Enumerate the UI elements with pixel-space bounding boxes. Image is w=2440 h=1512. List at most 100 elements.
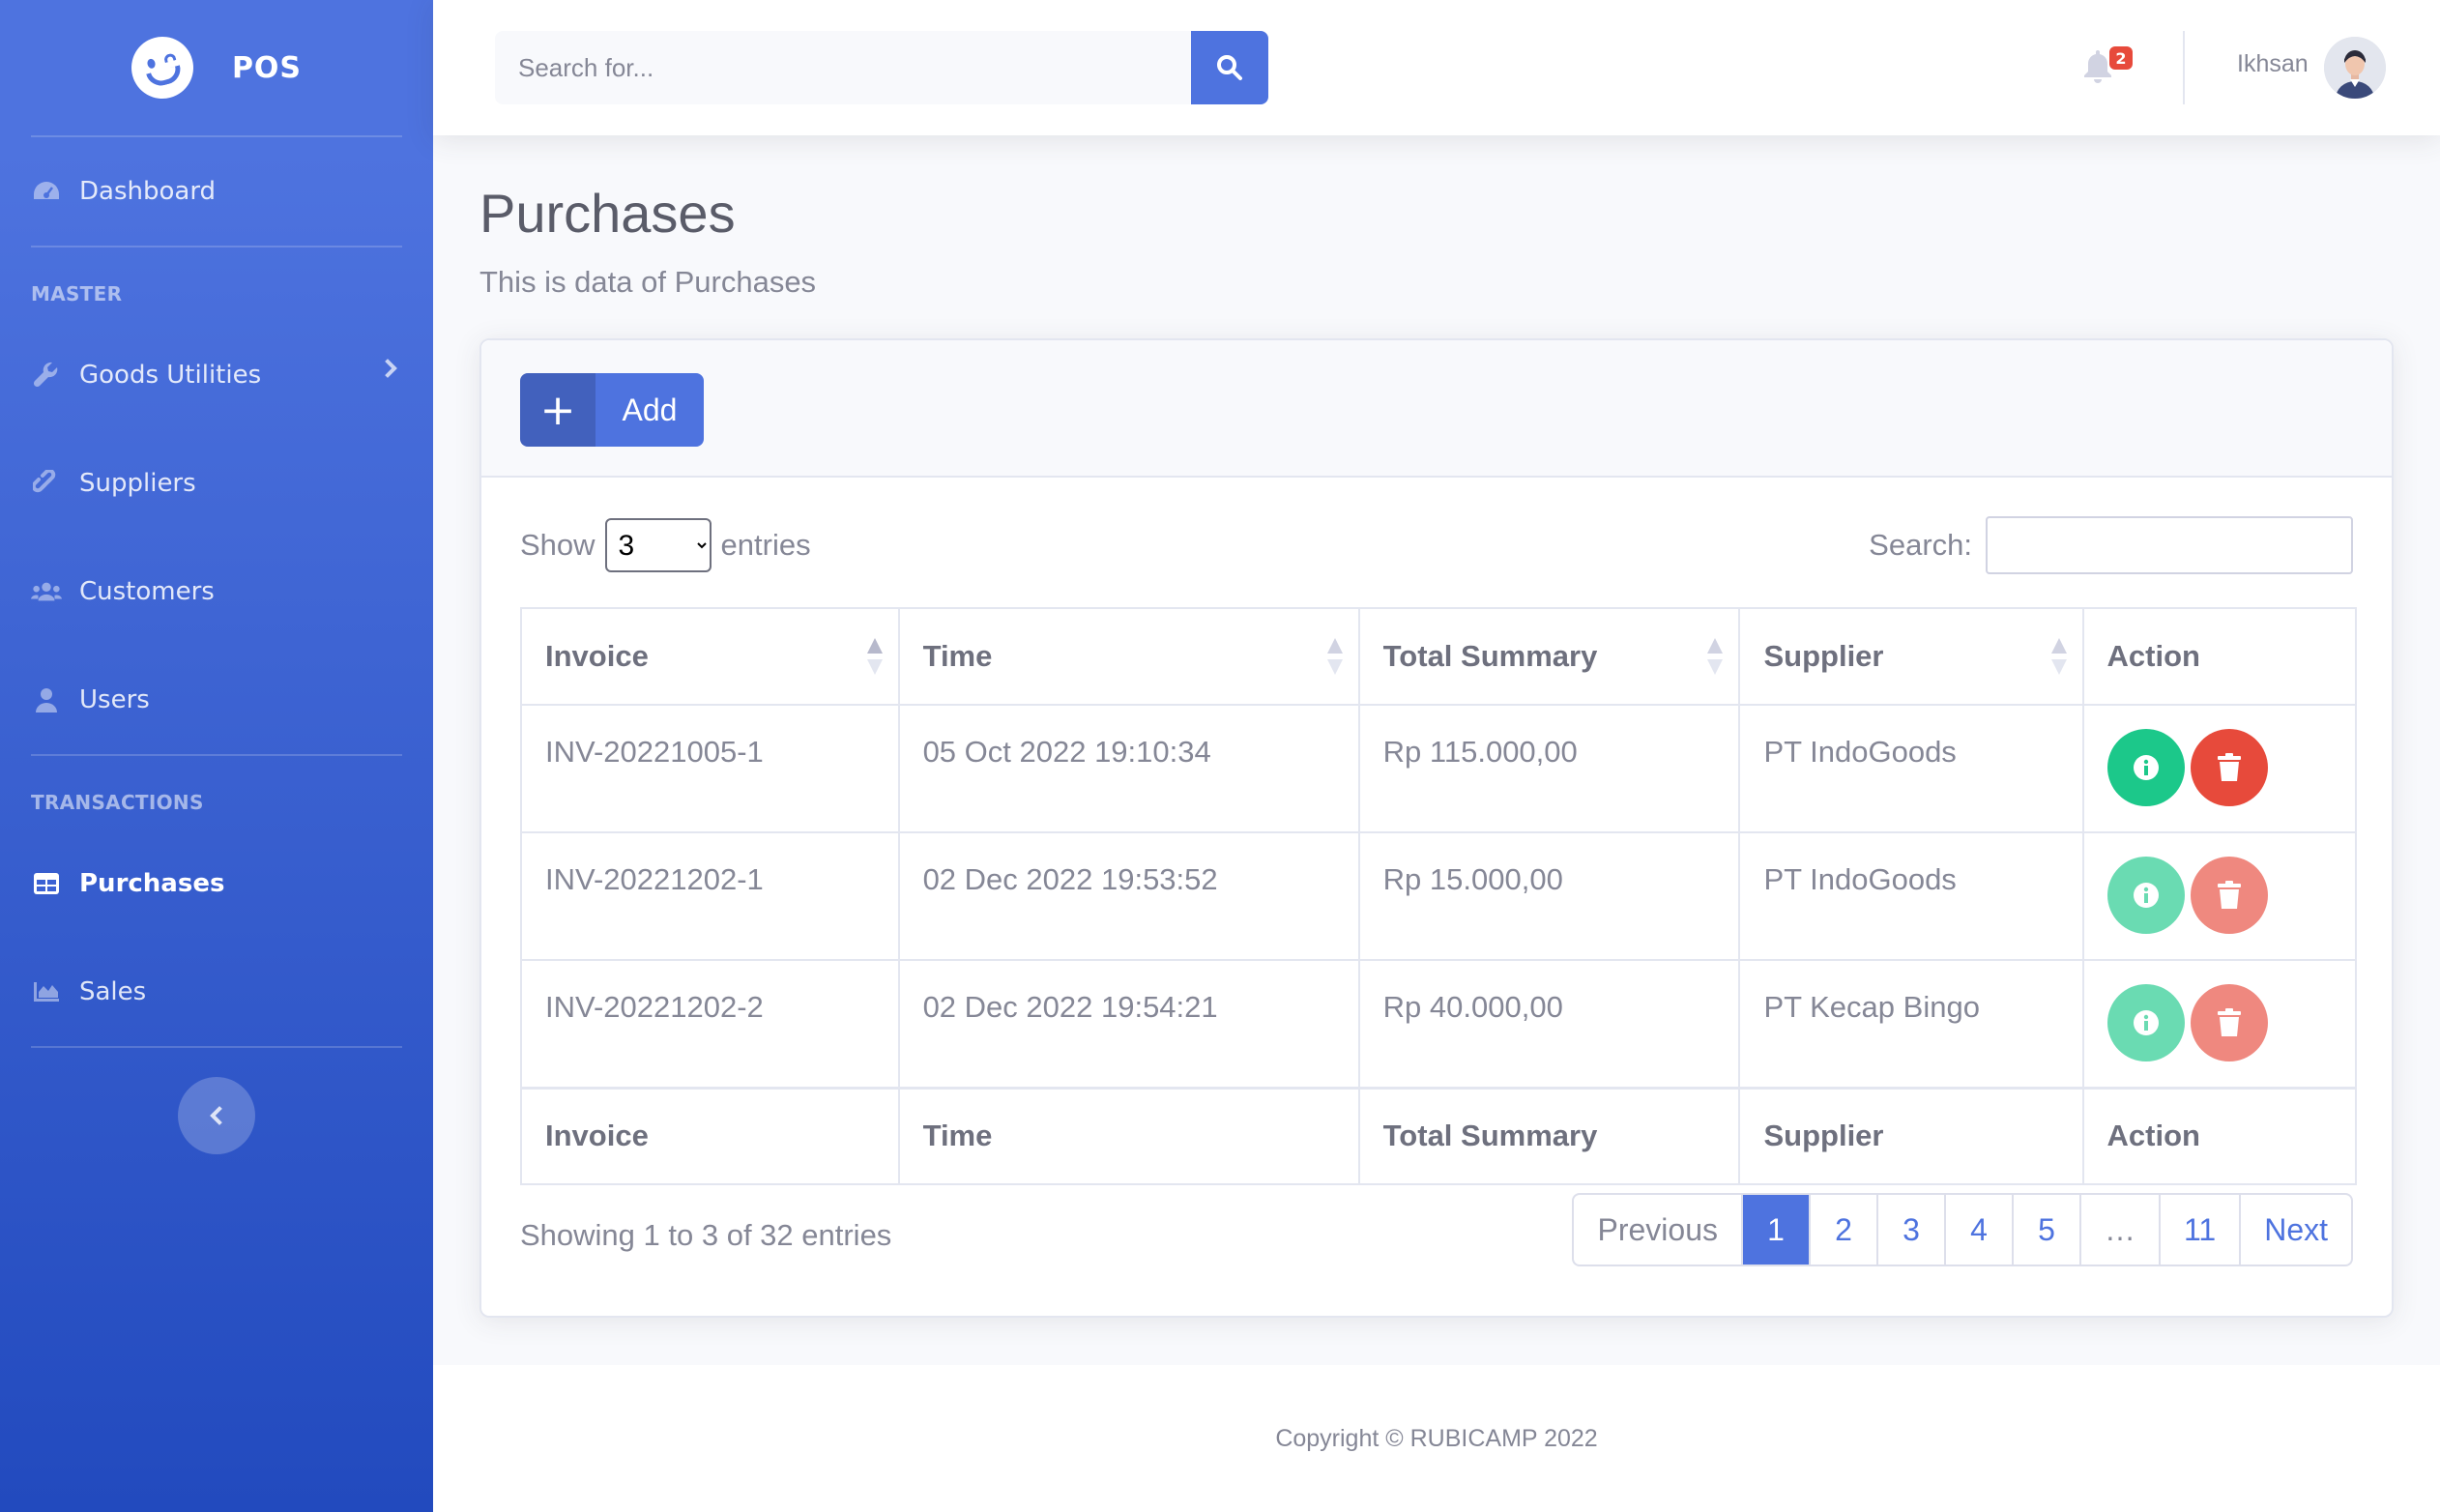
topbar: 2 Ikhsan bbox=[433, 0, 2440, 135]
sidebar-item-users[interactable]: Users bbox=[0, 646, 433, 754]
table-search-label: Search: bbox=[1869, 528, 1972, 562]
footer-header-time: Time bbox=[897, 1086, 1360, 1185]
table-search-input[interactable] bbox=[1986, 516, 2353, 574]
wrench-icon bbox=[31, 362, 62, 389]
brand[interactable]: POS bbox=[0, 0, 433, 135]
chevron-right-icon bbox=[378, 359, 397, 378]
pagination: Previous 1 2 3 4 5 … 11 Next bbox=[1572, 1193, 2353, 1266]
search-icon bbox=[1217, 55, 1242, 80]
trash-icon bbox=[2217, 753, 2241, 781]
sidebar: POS Dashboard MASTER Goods Utilities Sup… bbox=[0, 0, 433, 1512]
sidebar-toggle-button[interactable] bbox=[178, 1077, 255, 1154]
topbar-divider bbox=[2183, 31, 2185, 104]
sidebar-item-label: Customers bbox=[79, 577, 215, 606]
info-circle-icon bbox=[2133, 1010, 2159, 1035]
table-search: Search: bbox=[1869, 516, 2353, 574]
cell-invoice: INV-20221202-2 bbox=[520, 959, 900, 1089]
column-header-action: Action bbox=[2081, 607, 2358, 706]
sidebar-item-label: Purchases bbox=[79, 869, 225, 898]
sort-icon bbox=[1326, 638, 1343, 677]
page-title: Purchases bbox=[479, 183, 736, 244]
pagination-page[interactable]: 11 bbox=[2158, 1195, 2239, 1265]
pagination-page[interactable]: 2 bbox=[1808, 1195, 1876, 1265]
avatar[interactable] bbox=[2324, 37, 2386, 99]
pagination-page[interactable]: 4 bbox=[1943, 1195, 2012, 1265]
card-header: + Add bbox=[481, 340, 2392, 478]
search-input[interactable] bbox=[495, 31, 1191, 104]
delete-button[interactable] bbox=[2190, 729, 2268, 806]
notification-badge: 2 bbox=[2109, 46, 2133, 70]
sidebar-item-suppliers[interactable]: Suppliers bbox=[0, 429, 433, 538]
footer-header-action: Action bbox=[2081, 1086, 2358, 1185]
column-header-supplier[interactable]: Supplier bbox=[1738, 607, 2084, 706]
sort-icon bbox=[2050, 638, 2067, 677]
copyright: Copyright © RUBICAMP 2022 bbox=[1275, 1424, 1598, 1452]
pagination-previous[interactable]: Previous bbox=[1574, 1195, 1741, 1265]
datatable-controls: Show 3 entries Search: bbox=[520, 516, 2353, 574]
table-info: Showing 1 to 3 of 32 entries bbox=[520, 1218, 892, 1252]
pagination-page[interactable]: 1 bbox=[1740, 1195, 1809, 1265]
table-header-row: Invoice Time Total Summary Supplier Acti… bbox=[520, 607, 2358, 706]
page-subtitle: This is data of Purchases bbox=[479, 265, 817, 299]
table-footer-row: Invoice Time Total Summary Supplier Acti… bbox=[520, 1086, 2358, 1185]
info-button[interactable] bbox=[2106, 857, 2185, 934]
pagination-page[interactable]: 5 bbox=[2011, 1195, 2079, 1265]
sidebar-item-label: Goods Utilities bbox=[79, 361, 262, 390]
add-button[interactable]: + Add bbox=[520, 373, 704, 447]
cell-action bbox=[2081, 704, 2358, 833]
column-header-invoice[interactable]: Invoice bbox=[520, 607, 900, 706]
chart-area-icon bbox=[31, 978, 62, 1005]
table-row: INV-20221005-1 05 Oct 2022 19:10:34 Rp 1… bbox=[520, 704, 2358, 833]
cell-invoice: INV-20221005-1 bbox=[520, 704, 900, 833]
delete-button[interactable] bbox=[2190, 984, 2268, 1061]
plus-icon: + bbox=[520, 373, 595, 447]
purchases-table: Invoice Time Total Summary Supplier Acti… bbox=[520, 607, 2358, 1185]
cell-supplier: PT Kecap Bingo bbox=[1738, 959, 2084, 1089]
info-button[interactable] bbox=[2106, 729, 2185, 806]
page-length-control: Show 3 entries bbox=[520, 516, 811, 574]
trash-icon bbox=[2217, 881, 2241, 909]
cell-action bbox=[2081, 959, 2358, 1089]
sidebar-item-dashboard[interactable]: Dashboard bbox=[0, 137, 433, 246]
column-header-total-summary[interactable]: Total Summary bbox=[1357, 607, 1741, 706]
info-circle-icon bbox=[2133, 755, 2159, 780]
sidebar-item-purchases[interactable]: Purchases bbox=[0, 829, 433, 938]
brand-name: POS bbox=[231, 50, 303, 85]
sidebar-item-label: Sales bbox=[79, 977, 147, 1006]
sidebar-item-goods-utilities[interactable]: Goods Utilities bbox=[0, 321, 433, 429]
search-button[interactable] bbox=[1191, 31, 1268, 104]
chevron-left-icon bbox=[210, 1106, 229, 1125]
cell-supplier: PT IndoGoods bbox=[1738, 831, 2084, 961]
cell-invoice: INV-20221202-1 bbox=[520, 831, 900, 961]
delete-button[interactable] bbox=[2190, 857, 2268, 934]
footer-header-total-summary: Total Summary bbox=[1357, 1086, 1741, 1185]
column-header-time[interactable]: Time bbox=[897, 607, 1360, 706]
sidebar-item-customers[interactable]: Customers bbox=[0, 538, 433, 646]
sidebar-item-label: Dashboard bbox=[79, 177, 217, 206]
table-row: INV-20221202-2 02 Dec 2022 19:54:21 Rp 4… bbox=[520, 959, 2358, 1089]
sidebar-item-sales[interactable]: Sales bbox=[0, 938, 433, 1046]
pagination-page[interactable]: 3 bbox=[1875, 1195, 1944, 1265]
tachometer-icon bbox=[31, 178, 62, 205]
sidebar-heading-transactions: TRANSACTIONS bbox=[31, 791, 204, 814]
add-button-label: Add bbox=[622, 392, 678, 427]
trash-icon bbox=[2217, 1008, 2241, 1036]
user-name[interactable]: Ikhsan bbox=[2237, 50, 2309, 78]
pagination-next[interactable]: Next bbox=[2239, 1195, 2351, 1265]
topbar-search bbox=[495, 31, 1268, 104]
sort-icon bbox=[866, 638, 883, 677]
cell-total: Rp 40.000,00 bbox=[1357, 959, 1741, 1089]
cell-time: 02 Dec 2022 19:53:52 bbox=[897, 831, 1360, 961]
cell-total: Rp 15.000,00 bbox=[1357, 831, 1741, 961]
sidebar-item-label: Suppliers bbox=[79, 469, 196, 498]
cell-time: 05 Oct 2022 19:10:34 bbox=[897, 704, 1360, 833]
cell-total: Rp 115.000,00 bbox=[1357, 704, 1741, 833]
link-icon bbox=[31, 470, 62, 497]
user-icon bbox=[31, 686, 62, 713]
entries-label: entries bbox=[720, 528, 811, 562]
sort-icon bbox=[1707, 638, 1724, 677]
info-button[interactable] bbox=[2106, 984, 2185, 1061]
purchases-card: + Add Show 3 entries Search: Invoice Tim… bbox=[479, 338, 2394, 1318]
laugh-wink-icon bbox=[124, 29, 201, 106]
page-length-select[interactable]: 3 bbox=[604, 518, 712, 572]
